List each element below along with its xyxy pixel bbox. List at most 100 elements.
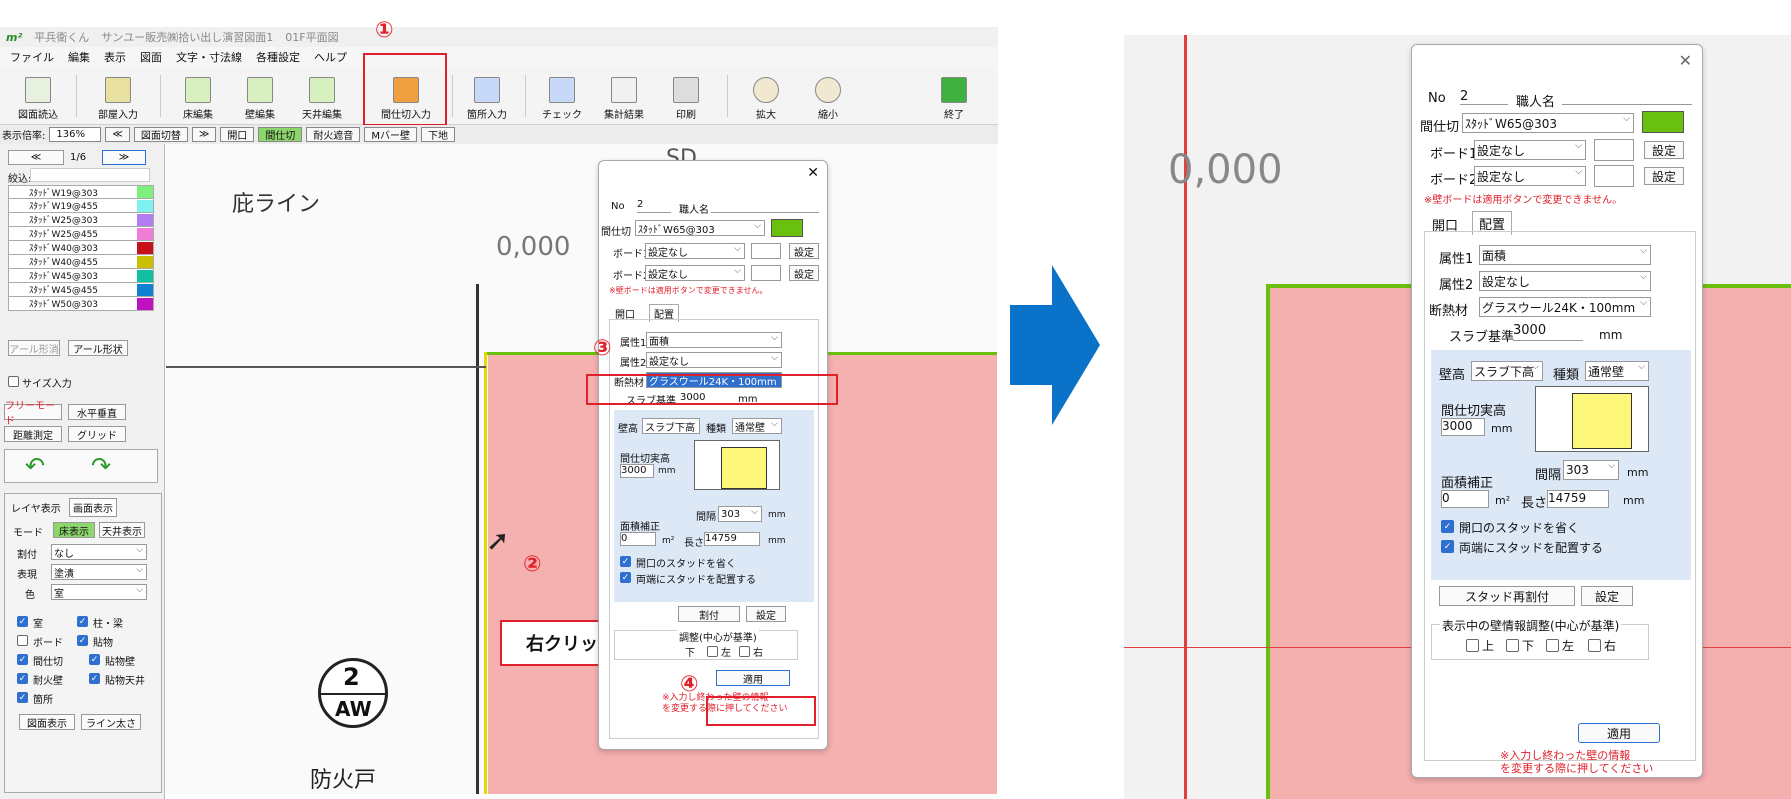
partition-checkbox[interactable]: ✓ — [17, 654, 28, 665]
adjust-left-checkbox[interactable] — [707, 646, 718, 657]
dialog-area-correction-input[interactable]: 0 — [1441, 490, 1489, 508]
skip-opening-studs-checkbox[interactable]: ✓ — [620, 556, 631, 567]
adjust-right-checkbox[interactable] — [739, 646, 750, 657]
tool-floor-edit[interactable]: 床編集 — [166, 71, 230, 121]
dialog-wall-height-select[interactable]: スラブ下高 — [1471, 361, 1543, 381]
tool-spot-input[interactable]: 箇所入力 — [455, 71, 519, 121]
menu-settings[interactable]: 各種設定 — [256, 49, 300, 65]
menu-text[interactable]: 文字・寸法線 — [176, 49, 242, 65]
apply-button[interactable]: 適用 — [716, 670, 790, 686]
arc-delete-button[interactable]: アール形消 — [8, 340, 60, 356]
stud-list-item[interactable]: ｽﾀｯﾄﾞW25@455 — [8, 227, 154, 241]
length-input[interactable]: 14759 — [704, 532, 760, 546]
dialog-kind-select[interactable]: 通常壁 — [1585, 361, 1649, 381]
dialog-board1-set-button[interactable]: 設定 — [1644, 141, 1684, 159]
tool-exit[interactable]: 終了 — [922, 71, 986, 121]
ceiling-display-button[interactable]: 天井表示 — [99, 522, 145, 538]
page-prev-button[interactable]: ≪ — [8, 150, 64, 165]
menu-help[interactable]: ヘルプ — [314, 49, 347, 65]
tool-wall-edit[interactable]: 壁編集 — [228, 71, 292, 121]
dialog-board1-swatch[interactable] — [1594, 139, 1634, 161]
stud-list-item[interactable]: ｽﾀｯﾄﾞW19@455 — [8, 199, 154, 213]
dialog-insulation-select[interactable]: グラスウール24K・100mm — [1479, 297, 1651, 317]
zoom-select[interactable]: 136% — [49, 127, 102, 142]
tool-print[interactable]: 印刷 — [654, 71, 718, 121]
dialog-partition-select[interactable]: ｽﾀｯﾄﾞW65@303 — [1462, 113, 1634, 133]
partition-color-swatch[interactable] — [771, 219, 803, 237]
stud-list-item[interactable]: ｽﾀｯﾄﾞW40@303 — [8, 241, 154, 255]
finish-checkbox[interactable]: ✓ — [77, 635, 88, 646]
stud-list-item[interactable]: ｽﾀｯﾄﾞW45@455 — [8, 283, 154, 297]
board1-swatch[interactable] — [751, 243, 781, 259]
dialog-board2-select[interactable]: 設定なし — [1474, 166, 1586, 186]
layer-fireproof-button[interactable]: 耐火遮音 — [306, 127, 361, 142]
layer-partition-button[interactable]: 間仕切 — [258, 127, 303, 142]
drawing-switch-button[interactable]: 図面切替 — [133, 127, 188, 142]
finish-ceiling-checkbox[interactable]: ✓ — [89, 673, 100, 684]
floor-display-button[interactable]: 床表示 — [53, 522, 95, 538]
dialog-actual-height-input[interactable]: 3000 — [1441, 418, 1485, 436]
board2-set-button[interactable]: 設定 — [789, 265, 819, 281]
dialog-length-input[interactable]: 14759 — [1547, 490, 1609, 508]
menu-file[interactable]: ファイル — [10, 49, 54, 65]
layout-select[interactable]: なし — [51, 544, 147, 560]
area-correction-input[interactable]: 0 — [620, 532, 656, 546]
layer-base-button[interactable]: 下地 — [420, 127, 455, 142]
no-input[interactable]: 2 — [637, 199, 671, 213]
dialog-worker-input[interactable] — [1562, 89, 1692, 105]
partition-select[interactable]: ｽﾀｯﾄﾞW65@303 — [635, 220, 765, 236]
dialog-apply-button[interactable]: 適用 — [1578, 723, 1660, 743]
grid-button[interactable]: グリッド — [68, 426, 126, 442]
tool-check[interactable]: チェック — [530, 71, 594, 121]
distance-measure-button[interactable]: 距離測定 — [4, 426, 62, 442]
column-beam-checkbox[interactable]: ✓ — [77, 616, 88, 627]
layer-opening-button[interactable]: 開口 — [220, 127, 255, 142]
tool-zoom-out[interactable]: 縮小 — [796, 71, 860, 121]
page-next-button[interactable]: ≫ — [102, 150, 146, 165]
next-drawing-button[interactable]: ≫ — [191, 127, 217, 142]
color-select[interactable]: 室 — [51, 584, 147, 600]
spot-checkbox[interactable]: ✓ — [17, 692, 28, 703]
dialog-restud-set-button[interactable]: 設定 — [1581, 586, 1633, 606]
dialog-partition-color-swatch[interactable] — [1642, 111, 1684, 133]
attr2-select[interactable]: 設定なし — [646, 352, 782, 368]
dialog-studs-both-ends-checkbox[interactable]: ✓ — [1441, 540, 1454, 553]
dialog-board2-swatch[interactable] — [1594, 165, 1634, 187]
menu-drawing[interactable]: 図面 — [140, 49, 162, 65]
redo-icon[interactable]: ↷ — [91, 452, 111, 480]
layer-mbar-button[interactable]: Mバー壁 — [364, 127, 417, 142]
attr1-select[interactable]: 面積 — [646, 332, 782, 348]
dialog-adjust-up-checkbox[interactable] — [1466, 639, 1479, 652]
tab-screen-display[interactable]: 画面表示 — [69, 498, 117, 517]
menu-view[interactable]: 表示 — [104, 49, 126, 65]
close-icon[interactable]: ✕ — [807, 165, 819, 181]
dialog-board1-select[interactable]: 設定なし — [1474, 140, 1586, 160]
tab-layer-display[interactable]: レイヤ表示 — [11, 500, 61, 515]
pitch-select[interactable]: 303 — [718, 506, 762, 522]
undo-icon[interactable]: ↶ — [25, 452, 45, 480]
stud-list-item[interactable]: ｽﾀｯﾄﾞW40@455 — [8, 255, 154, 269]
dialog-close-icon[interactable]: ✕ — [1679, 51, 1692, 70]
fire-wall-checkbox[interactable]: ✓ — [17, 673, 28, 684]
stud-list-item[interactable]: ｽﾀｯﾄﾞW19@303 — [8, 185, 154, 199]
tool-room-input[interactable]: 部屋入力 — [86, 71, 150, 121]
stud-list-item[interactable]: ｽﾀｯﾄﾞW25@303 — [8, 213, 154, 227]
dialog-no-input[interactable]: 2 — [1460, 89, 1508, 105]
prev-drawing-button[interactable]: ≪ — [105, 127, 130, 142]
horizontal-vertical-button[interactable]: 水平垂直 — [68, 404, 126, 420]
dialog-attr2-select[interactable]: 設定なし — [1479, 271, 1651, 291]
stud-list-item[interactable]: ｽﾀｯﾄﾞW50@303 — [8, 297, 154, 311]
dialog-board2-set-button[interactable]: 設定 — [1644, 167, 1684, 185]
room-checkbox[interactable]: ✓ — [17, 616, 28, 627]
worker-input[interactable] — [711, 199, 819, 213]
dialog-adjust-right-checkbox[interactable] — [1588, 639, 1601, 652]
kind-select[interactable]: 通常壁 — [732, 418, 782, 434]
board2-select[interactable]: 設定なし — [645, 265, 745, 281]
dialog-slab-input[interactable]: 3000 — [1513, 323, 1583, 341]
tool-zoom-in[interactable]: 拡大 — [734, 71, 798, 121]
dialog-adjust-left-checkbox[interactable] — [1546, 639, 1559, 652]
restud-set-button[interactable]: 設定 — [746, 606, 786, 622]
arc-shape-button[interactable]: アール形状 — [68, 340, 128, 356]
tool-totals[interactable]: 集計結果 — [592, 71, 656, 121]
tool-ceiling-edit[interactable]: 天井編集 — [290, 71, 354, 121]
